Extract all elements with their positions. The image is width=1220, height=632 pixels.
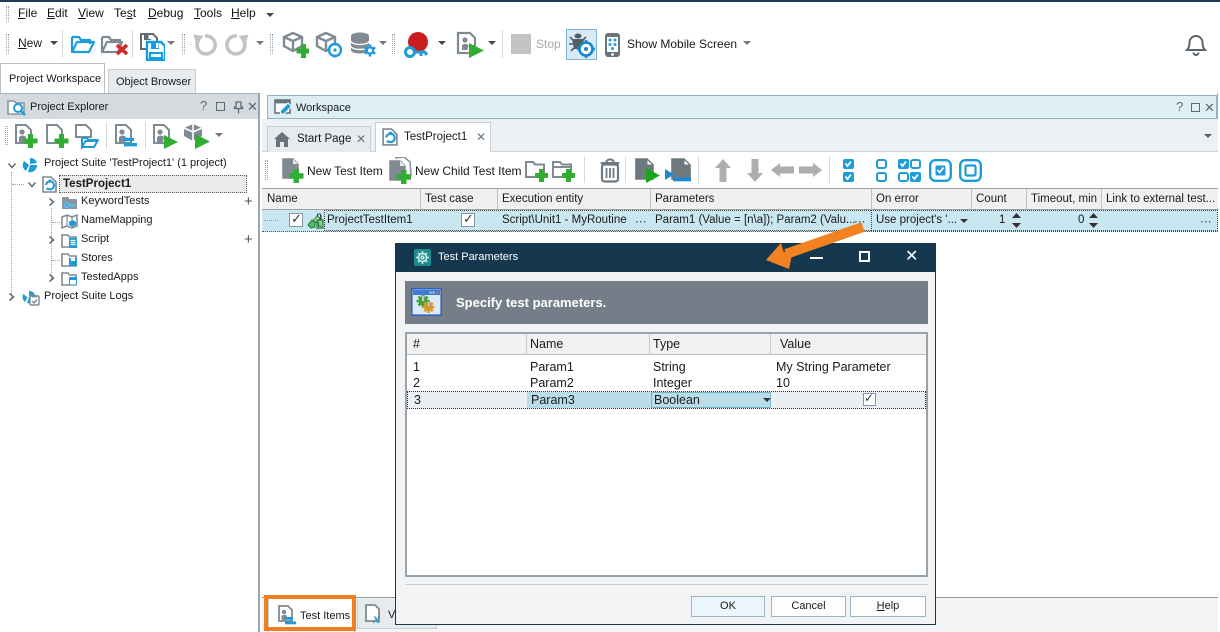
svg-text:x: x xyxy=(372,612,380,626)
